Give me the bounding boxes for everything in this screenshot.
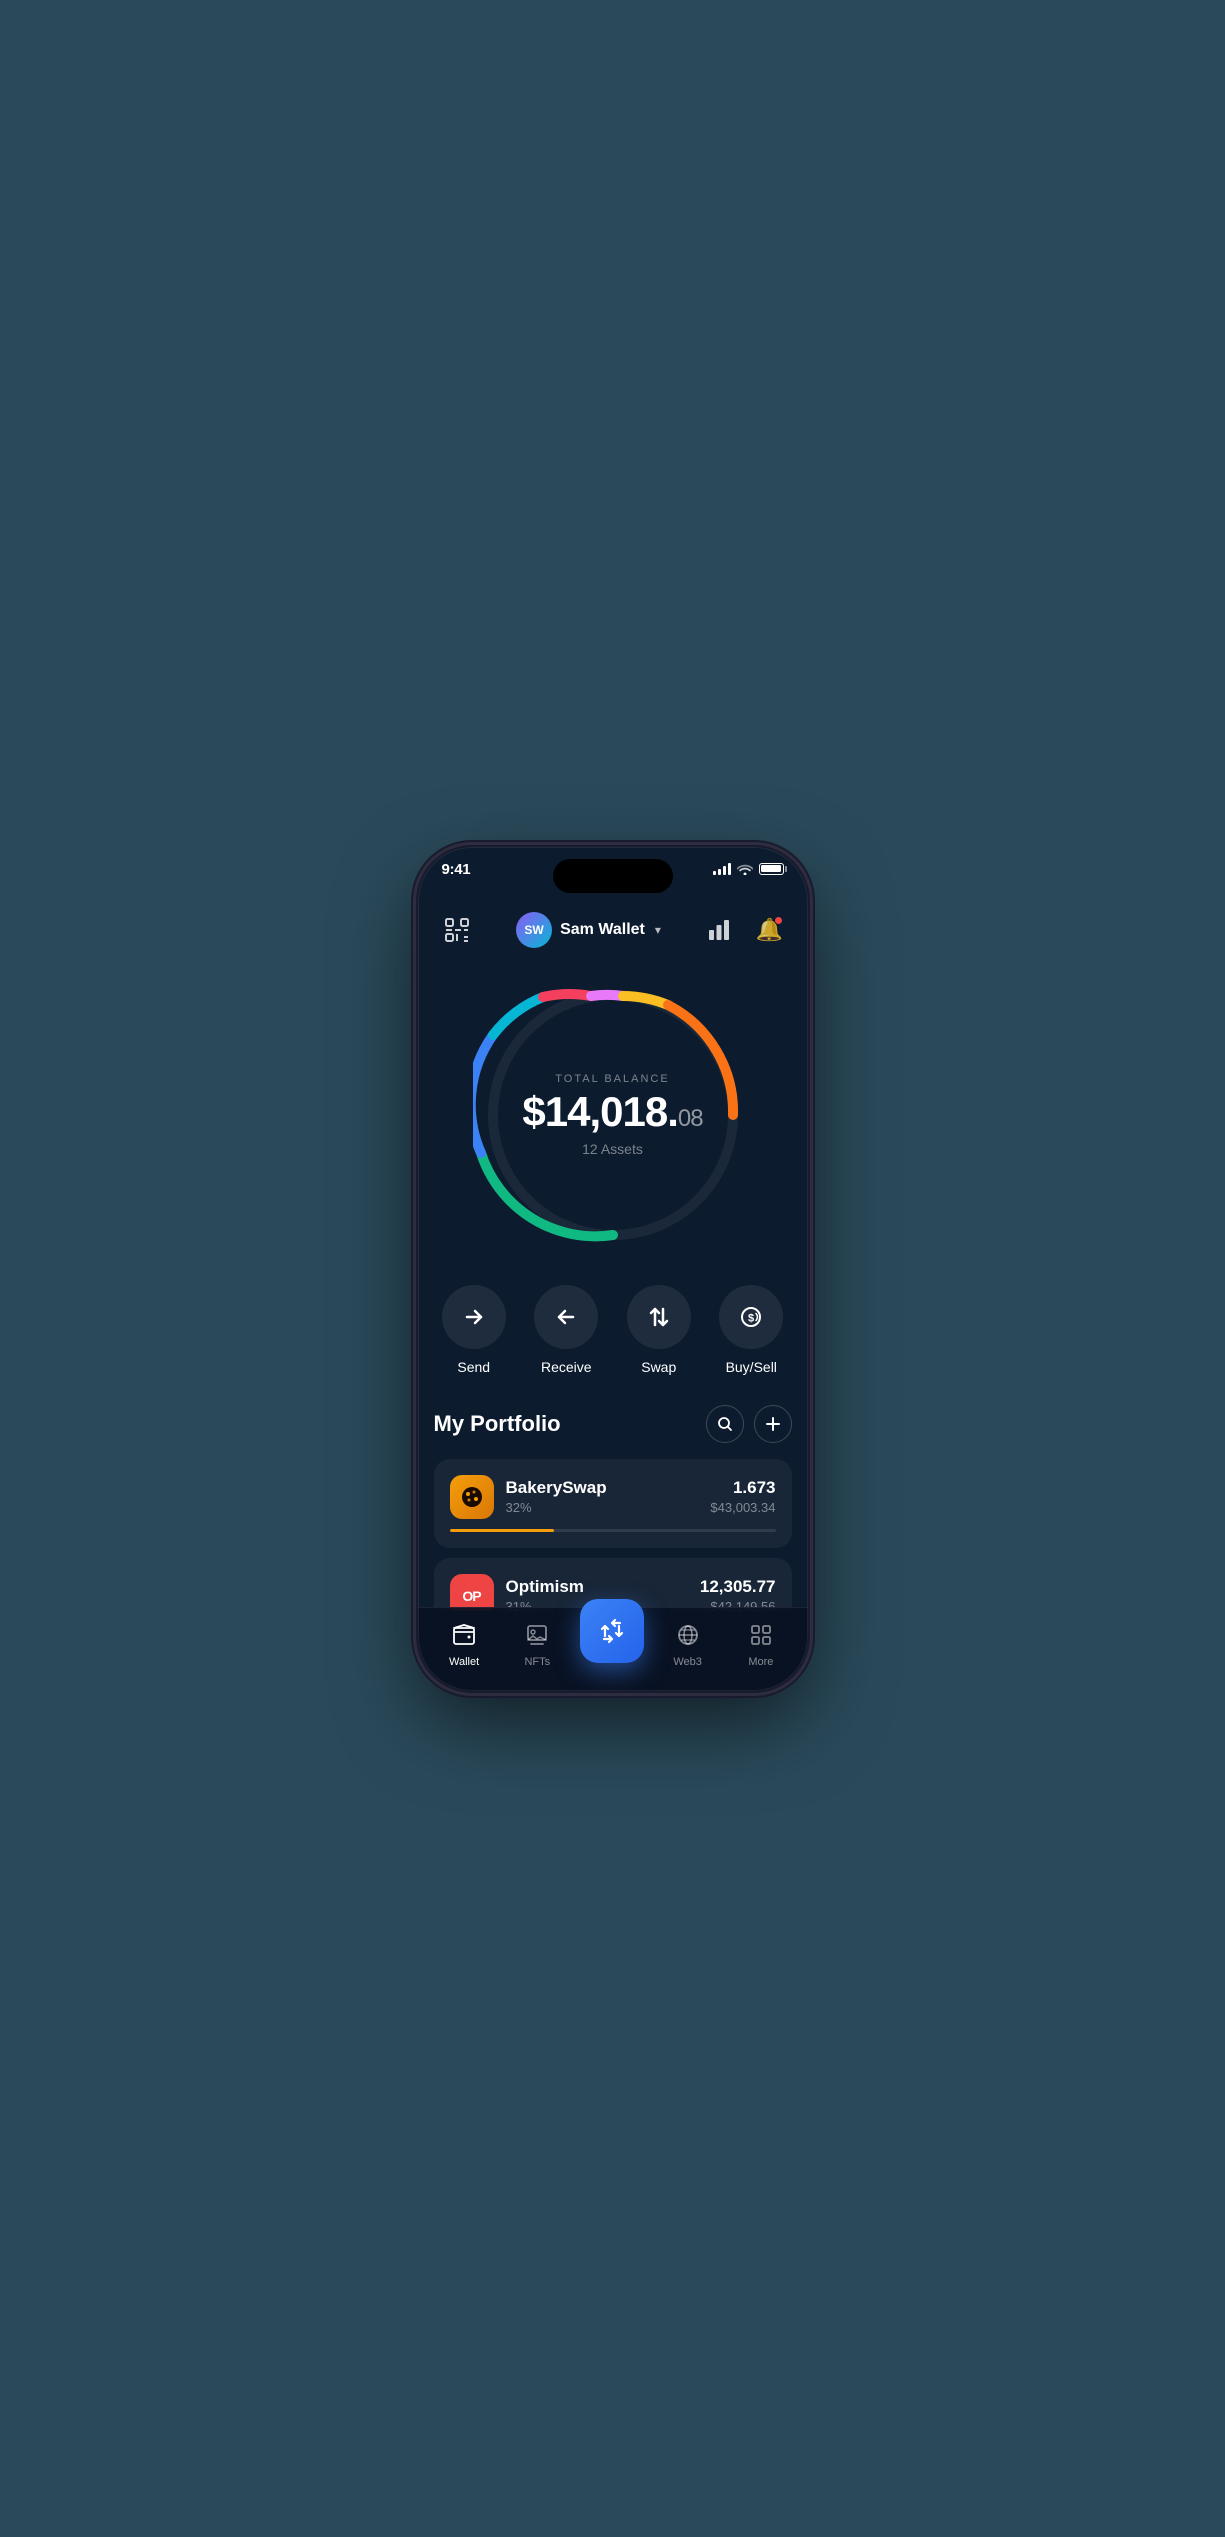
chevron-down-icon: ▾ bbox=[655, 923, 661, 937]
bakeryswap-name: BakerySwap bbox=[506, 1478, 607, 1498]
asset-card-bakeryswap[interactable]: BakerySwap 32% 1.673 $43,003.34 bbox=[434, 1459, 792, 1548]
balance-section: TOTAL BALANCE $14,018.08 12 Assets bbox=[418, 965, 808, 1275]
more-nav-label: More bbox=[748, 1656, 773, 1668]
balance-amount: $14,018.08 bbox=[522, 1091, 702, 1133]
wallet-avatar: SW bbox=[516, 912, 552, 948]
svg-text:$: $ bbox=[748, 1312, 754, 1324]
center-action-button[interactable] bbox=[580, 1599, 644, 1663]
optimism-name: Optimism bbox=[506, 1577, 584, 1597]
balance-ring: TOTAL BALANCE $14,018.08 12 Assets bbox=[473, 975, 753, 1255]
balance-cents: 08 bbox=[678, 1105, 703, 1132]
wallet-selector[interactable]: SW Sam Wallet ▾ bbox=[516, 912, 661, 948]
asset-left-optimism: OP Optimism 31% bbox=[450, 1574, 584, 1611]
bakeryswap-amount: 1.673 bbox=[710, 1478, 775, 1498]
optimism-amount: 12,305.77 bbox=[700, 1577, 776, 1597]
plus-icon bbox=[765, 1416, 781, 1432]
bakeryswap-info: BakerySwap 32% bbox=[506, 1478, 607, 1515]
buysell-button[interactable]: $ Buy/Sell bbox=[716, 1285, 786, 1375]
search-icon bbox=[717, 1416, 733, 1432]
add-asset-button[interactable] bbox=[754, 1405, 792, 1443]
battery-icon bbox=[759, 863, 784, 875]
scroll-content[interactable]: SW Sam Wallet ▾ 🔔 bbox=[418, 847, 808, 1611]
nav-nfts[interactable]: NFTs bbox=[507, 1615, 567, 1668]
optimism-logo: OP bbox=[450, 1574, 494, 1611]
balance-info: TOTAL BALANCE $14,018.08 12 Assets bbox=[522, 1073, 702, 1157]
chart-button[interactable] bbox=[701, 912, 737, 948]
balance-main: $14,018. bbox=[522, 1088, 678, 1135]
bakeryswap-value: $43,003.34 bbox=[710, 1500, 775, 1515]
swap-icon bbox=[627, 1285, 691, 1349]
bakeryswap-progress-bar bbox=[450, 1529, 776, 1532]
status-time: 9:41 bbox=[442, 861, 471, 878]
header-right-icons: 🔔 bbox=[701, 912, 787, 948]
bottom-nav: Wallet NFTs bbox=[418, 1607, 808, 1691]
action-buttons: Send Receive bbox=[418, 1275, 808, 1405]
scan-icon bbox=[444, 917, 470, 943]
more-nav-icon bbox=[749, 1623, 773, 1652]
receive-icon bbox=[534, 1285, 598, 1349]
receive-label: Receive bbox=[541, 1359, 592, 1375]
wallet-nav-label: Wallet bbox=[449, 1656, 479, 1668]
bakeryswap-percent: 32% bbox=[506, 1500, 607, 1515]
send-label: Send bbox=[457, 1359, 490, 1375]
phone-notch bbox=[553, 859, 673, 893]
receive-button[interactable]: Receive bbox=[531, 1285, 601, 1375]
optimism-values: 12,305.77 $42,149.56 bbox=[700, 1577, 776, 1611]
wifi-icon bbox=[737, 863, 753, 875]
wallet-nav-icon bbox=[452, 1623, 476, 1652]
buysell-label: Buy/Sell bbox=[726, 1359, 777, 1375]
portfolio-title: My Portfolio bbox=[434, 1411, 561, 1437]
nav-more[interactable]: More bbox=[731, 1615, 791, 1668]
nav-web3[interactable]: Web3 bbox=[658, 1615, 718, 1668]
send-icon bbox=[442, 1285, 506, 1349]
web3-nav-label: Web3 bbox=[673, 1656, 702, 1668]
phone-frame: 9:41 bbox=[418, 847, 808, 1691]
status-icons bbox=[713, 863, 784, 875]
search-button[interactable] bbox=[706, 1405, 744, 1443]
swap-label: Swap bbox=[641, 1359, 676, 1375]
bakeryswap-values: 1.673 $43,003.34 bbox=[710, 1478, 775, 1515]
bakeryswap-progress-fill bbox=[450, 1529, 554, 1532]
asset-top-row: BakerySwap 32% 1.673 $43,003.34 bbox=[450, 1475, 776, 1519]
nav-wallet[interactable]: Wallet bbox=[434, 1615, 494, 1668]
center-swap-icon bbox=[597, 1616, 627, 1646]
asset-left: BakerySwap 32% bbox=[450, 1475, 607, 1519]
portfolio-actions bbox=[706, 1405, 792, 1443]
buysell-icon: $ bbox=[719, 1285, 783, 1349]
scan-button[interactable] bbox=[438, 911, 476, 949]
app-header: SW Sam Wallet ▾ 🔔 bbox=[418, 901, 808, 965]
web3-nav-icon bbox=[676, 1623, 700, 1652]
wallet-name: Sam Wallet bbox=[560, 921, 645, 939]
bakeryswap-logo bbox=[450, 1475, 494, 1519]
notification-button[interactable]: 🔔 bbox=[751, 912, 787, 948]
balance-assets: 12 Assets bbox=[522, 1141, 702, 1157]
nfts-nav-label: NFTs bbox=[524, 1656, 550, 1668]
swap-button[interactable]: Swap bbox=[624, 1285, 694, 1375]
portfolio-section: My Portfolio bbox=[418, 1405, 808, 1611]
balance-label: TOTAL BALANCE bbox=[522, 1073, 702, 1085]
nfts-nav-icon bbox=[525, 1623, 549, 1652]
send-button[interactable]: Send bbox=[439, 1285, 509, 1375]
notification-badge bbox=[774, 916, 783, 925]
optimism-info: Optimism 31% bbox=[506, 1577, 584, 1611]
chart-icon bbox=[708, 920, 730, 940]
portfolio-header: My Portfolio bbox=[434, 1405, 792, 1443]
signal-strength-icon bbox=[713, 863, 731, 875]
